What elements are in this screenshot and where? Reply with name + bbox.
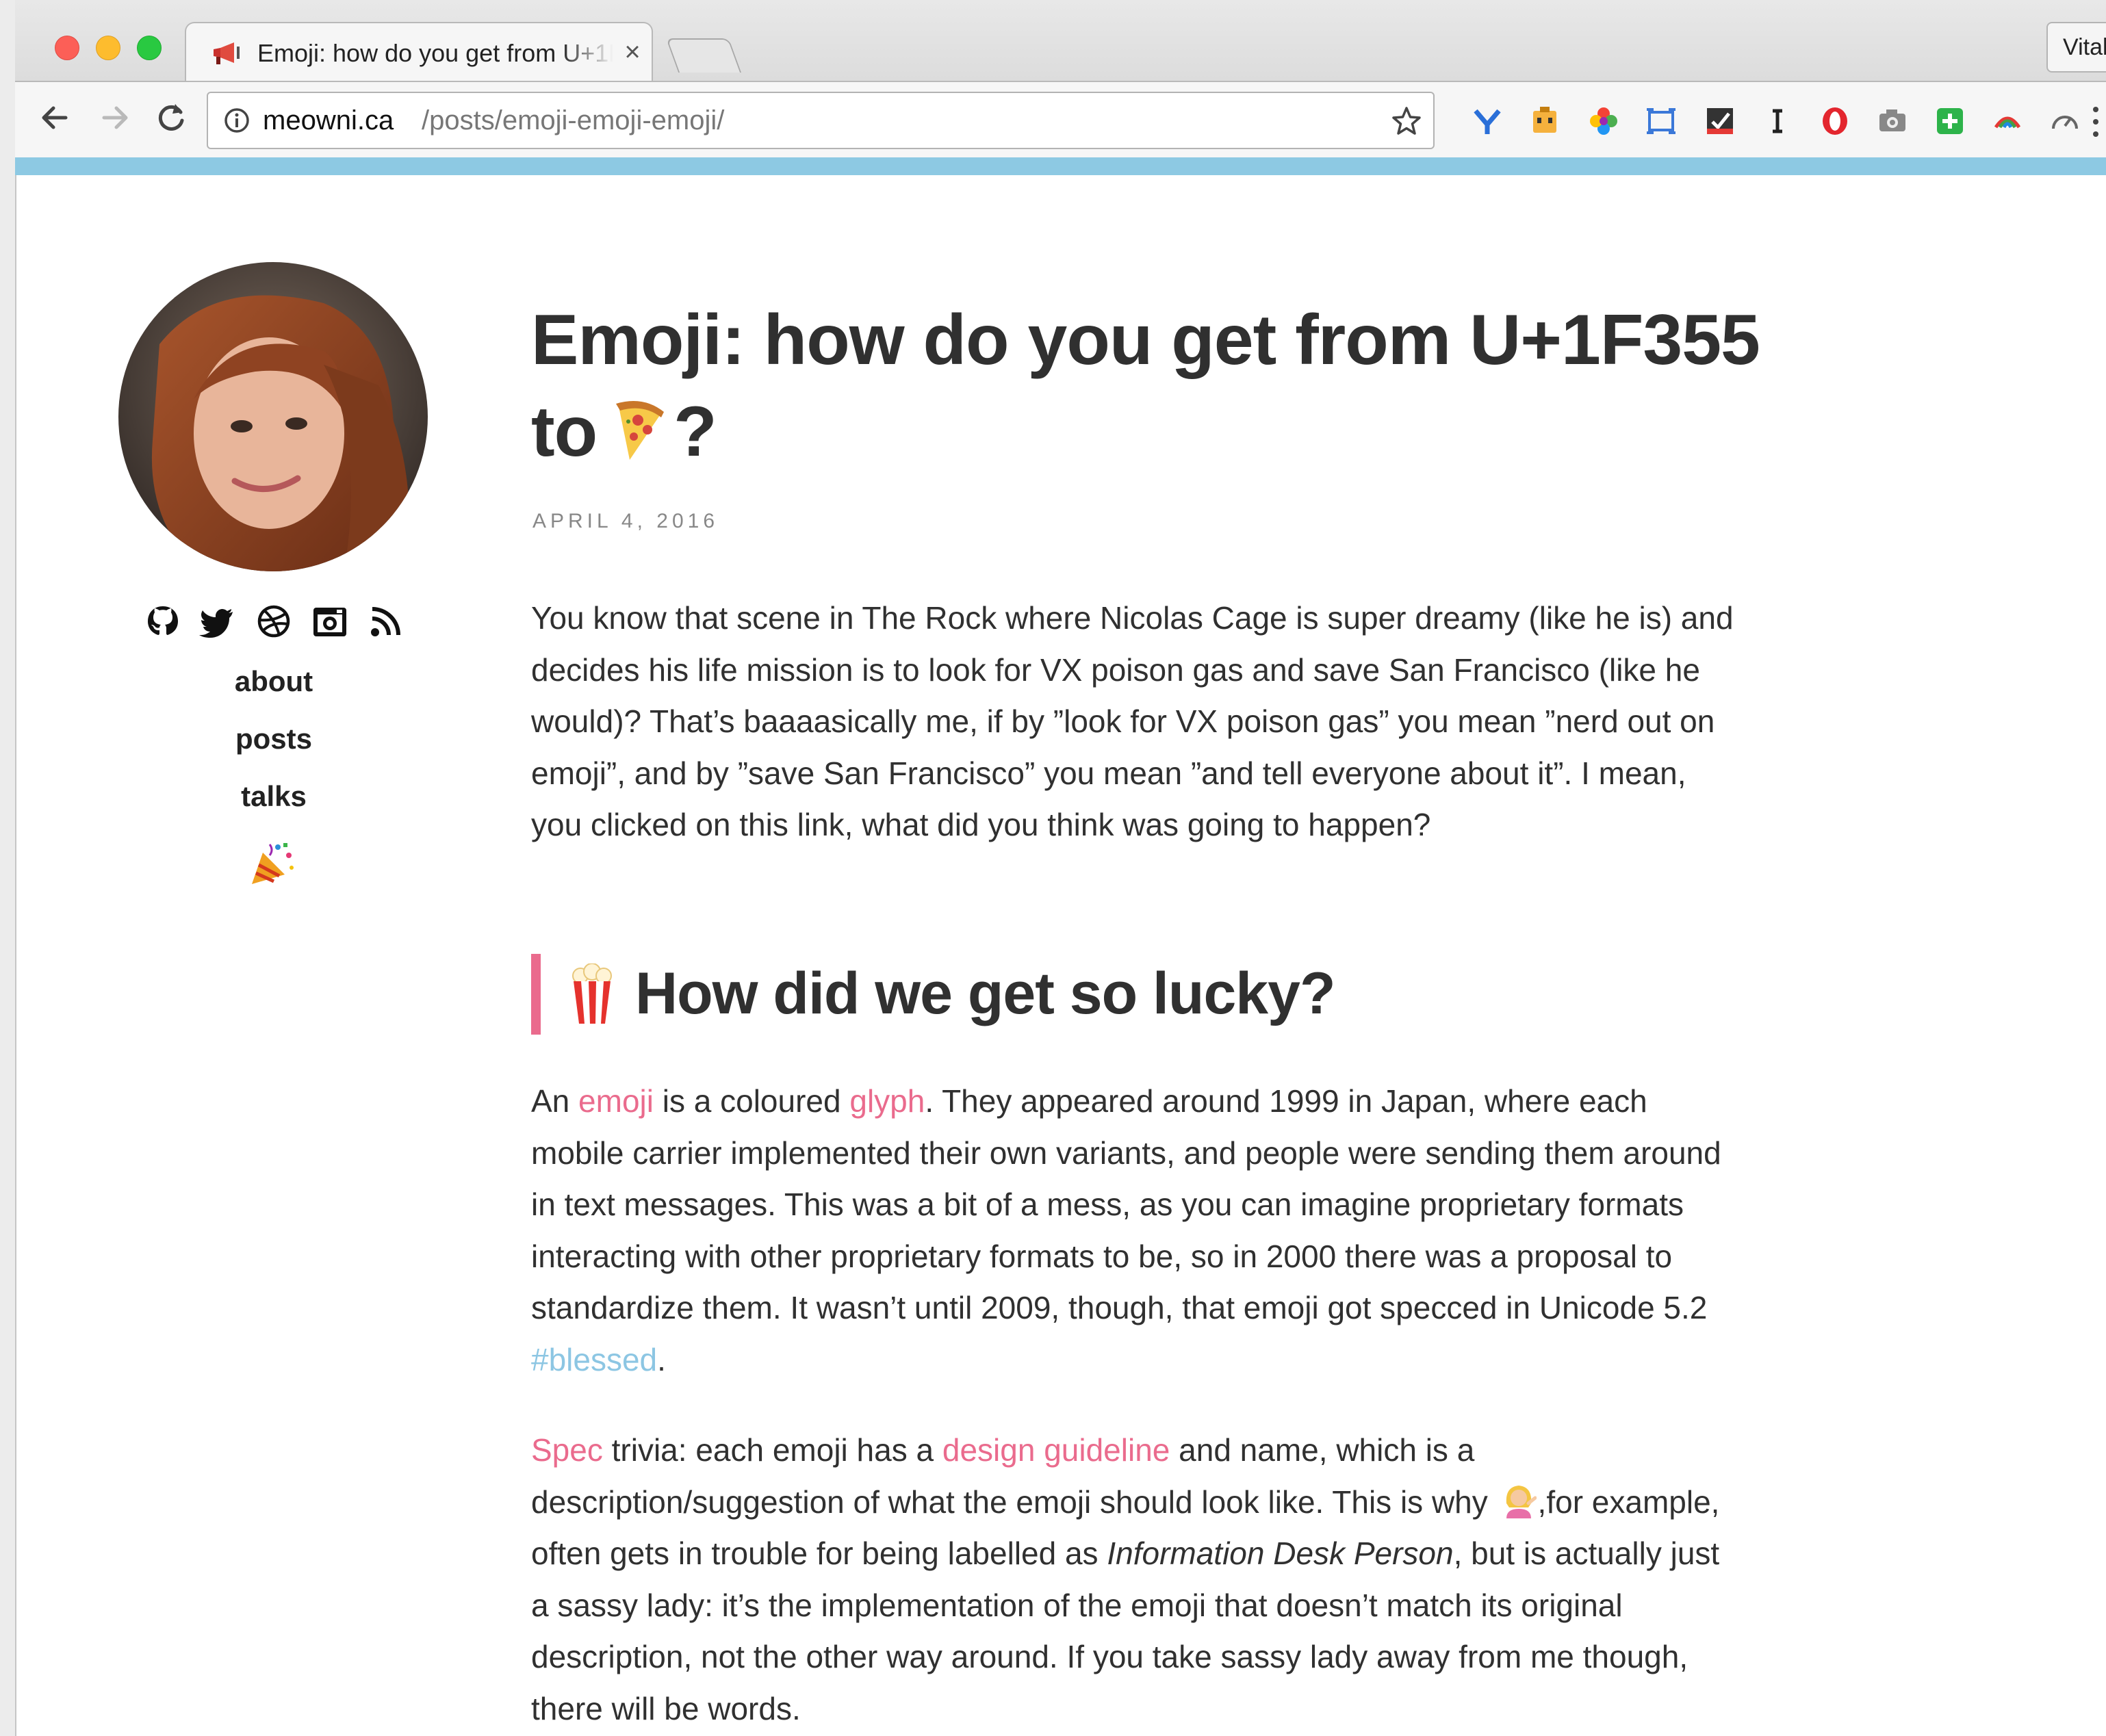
section-heading-text: How did we get so lucky? <box>635 961 1335 1026</box>
profile-button[interactable]: Vitaly <box>2046 22 2106 73</box>
text-run: . They appeared around 1999 in Japan, wh… <box>925 1083 1647 1119</box>
post-title-to: to <box>531 392 598 471</box>
reload-icon[interactable] <box>151 97 192 138</box>
paragraph-line: would)? That’s baaaasically me, if by ”l… <box>531 703 1715 739</box>
instagram-icon[interactable] <box>311 602 349 640</box>
section-heading: How did we get so lucky? <box>531 954 1489 1036</box>
post-title-line2: to ? <box>531 386 1900 478</box>
rss-icon[interactable] <box>367 602 405 640</box>
site-accent-bar <box>15 157 2106 175</box>
github-icon[interactable] <box>144 602 182 640</box>
post-date: APRIL 4, 2016 <box>532 510 719 532</box>
twitter-icon[interactable] <box>198 602 237 640</box>
paragraph-line: An emoji is a coloured glyph. They appea… <box>531 1076 1941 1128</box>
social-links <box>144 602 411 643</box>
emoji-link[interactable]: emoji <box>578 1083 654 1119</box>
new-tab-button[interactable] <box>665 38 742 73</box>
window-maximize-button[interactable] <box>137 36 162 60</box>
screenshot-extension-icon[interactable] <box>1645 105 1677 137</box>
paragraph-line: mobile carrier implemented their own var… <box>531 1135 1721 1171</box>
todo-extension-icon[interactable] <box>1704 105 1736 137</box>
avatar <box>118 262 428 571</box>
url-host: meowni.ca <box>263 105 394 135</box>
paragraph-line: interacting with other proprietary forma… <box>531 1238 1673 1274</box>
pizza-icon <box>616 401 665 460</box>
nav-talks-link[interactable]: talks <box>164 777 383 816</box>
paragraph-line: in text messages. This was a bit of a me… <box>531 1187 1684 1222</box>
browser-window: Emoji: how do you get from U+1F355 to 🍕?… <box>0 0 2106 1736</box>
emoji-history-paragraph: An emoji is a coloured glyph. They appea… <box>531 1076 1941 1386</box>
design-guideline-link[interactable]: design guideline <box>942 1432 1170 1468</box>
information-desk-person-icon <box>1506 1485 1537 1518</box>
window-edge <box>0 0 16 1736</box>
back-arrow-icon[interactable] <box>34 97 75 138</box>
glyph-link[interactable]: glyph <box>849 1083 925 1119</box>
blessed-hashtag-link[interactable]: #blessed <box>531 1342 657 1377</box>
paragraph-line: standardize them. It wasn’t until 2009, … <box>531 1290 1708 1325</box>
paragraph-line: You know that scene in The Rock where Ni… <box>531 600 1734 636</box>
nav-posts-link[interactable]: posts <box>164 720 383 758</box>
paragraph-line: a sassy lady: it’s the implementation of… <box>531 1587 1623 1623</box>
post-title-line1: Emoji: how do you get from U+1F355 <box>531 300 1760 380</box>
forward-arrow-icon[interactable] <box>94 97 136 138</box>
color-extension-icon[interactable] <box>1588 105 1619 137</box>
paragraph-line: emoji”, and by ”save San Francisco” you … <box>531 755 1686 791</box>
translate-extension-icon[interactable] <box>1529 105 1561 137</box>
paragraph-line: description/suggestion of what the emoji… <box>531 1477 1941 1529</box>
browser-tab-active[interactable]: Emoji: how do you get from U+1F355 to 🍕?… <box>185 22 653 83</box>
window-close-button[interactable] <box>55 36 79 60</box>
dribbble-icon[interactable] <box>255 602 293 640</box>
arc-extension-icon[interactable] <box>1992 105 2023 137</box>
window-minimize-button[interactable] <box>96 36 120 60</box>
text-run: description/suggestion of what the emoji… <box>531 1484 1497 1520</box>
heading-accent-bar <box>531 954 541 1035</box>
spec-link[interactable]: Spec <box>531 1432 603 1468</box>
text-run: , but is actually just <box>1453 1536 1720 1571</box>
address-bar[interactable]: meowni.ca /posts/emoji-emoji-emoji/ <box>207 92 1435 149</box>
text-run: often gets in trouble for being labelled… <box>531 1536 1107 1571</box>
text-run: ,for example, <box>1537 1484 1720 1520</box>
post-title: Emoji: how do you get from U+1F355 to ? <box>531 294 1900 478</box>
paragraph-line: you clicked on this link, what did you t… <box>531 807 1431 842</box>
emphasis-text: Information Desk Person <box>1107 1536 1454 1571</box>
paragraph-line: decides his life mission is to look for … <box>531 651 1700 688</box>
browser-toolbar: meowni.ca /posts/emoji-emoji-emoji/ <box>15 81 2106 159</box>
opera-extension-icon[interactable] <box>1819 105 1851 137</box>
party-popper-icon[interactable] <box>246 840 297 887</box>
camera-extension-icon[interactable] <box>1877 105 1908 137</box>
tab-title: Emoji: how do you get from U+1F355 to 🍕? <box>257 39 613 67</box>
paragraph-line: description, not the other way around. I… <box>531 1639 1688 1674</box>
text-extension-icon[interactable] <box>1762 105 1793 137</box>
popcorn-icon <box>572 963 612 1024</box>
speed-extension-icon[interactable] <box>2049 105 2081 137</box>
spec-trivia-paragraph: Spec trivia: each emoji has a design gui… <box>531 1425 1941 1735</box>
intro-paragraph: You know that scene in The Rock where Ni… <box>531 593 1941 851</box>
plus-extension-icon[interactable] <box>1934 105 1966 137</box>
text-run: An <box>531 1083 579 1119</box>
text-run: is a coloured <box>653 1083 850 1119</box>
tab-strip: Emoji: how do you get from U+1F355 to 🍕?… <box>15 0 2106 83</box>
megaphone-favicon-icon <box>214 42 240 64</box>
info-icon[interactable] <box>223 107 251 134</box>
menu-dots-icon[interactable] <box>2089 103 2103 141</box>
bookmark-star-icon[interactable] <box>1391 105 1422 137</box>
paragraph-line: often gets in trouble for being labelled… <box>531 1528 1941 1580</box>
paragraph-line: there will be words. <box>531 1690 801 1726</box>
url-path: /posts/emoji-emoji-emoji/ <box>422 105 725 135</box>
text-run: . <box>657 1341 666 1377</box>
tab-close-icon[interactable]: × <box>619 37 646 67</box>
nav-about-link[interactable]: about <box>164 662 383 701</box>
paragraph-line: #blessed. <box>531 1334 1941 1386</box>
paragraph-line: Spec trivia: each emoji has a design gui… <box>531 1425 1941 1477</box>
post-title-question: ? <box>673 392 717 471</box>
y-extension-icon[interactable] <box>1472 105 1503 137</box>
text-run: trivia: each emoji has a <box>602 1432 942 1468</box>
text-run: and name, which is a <box>1170 1432 1475 1468</box>
